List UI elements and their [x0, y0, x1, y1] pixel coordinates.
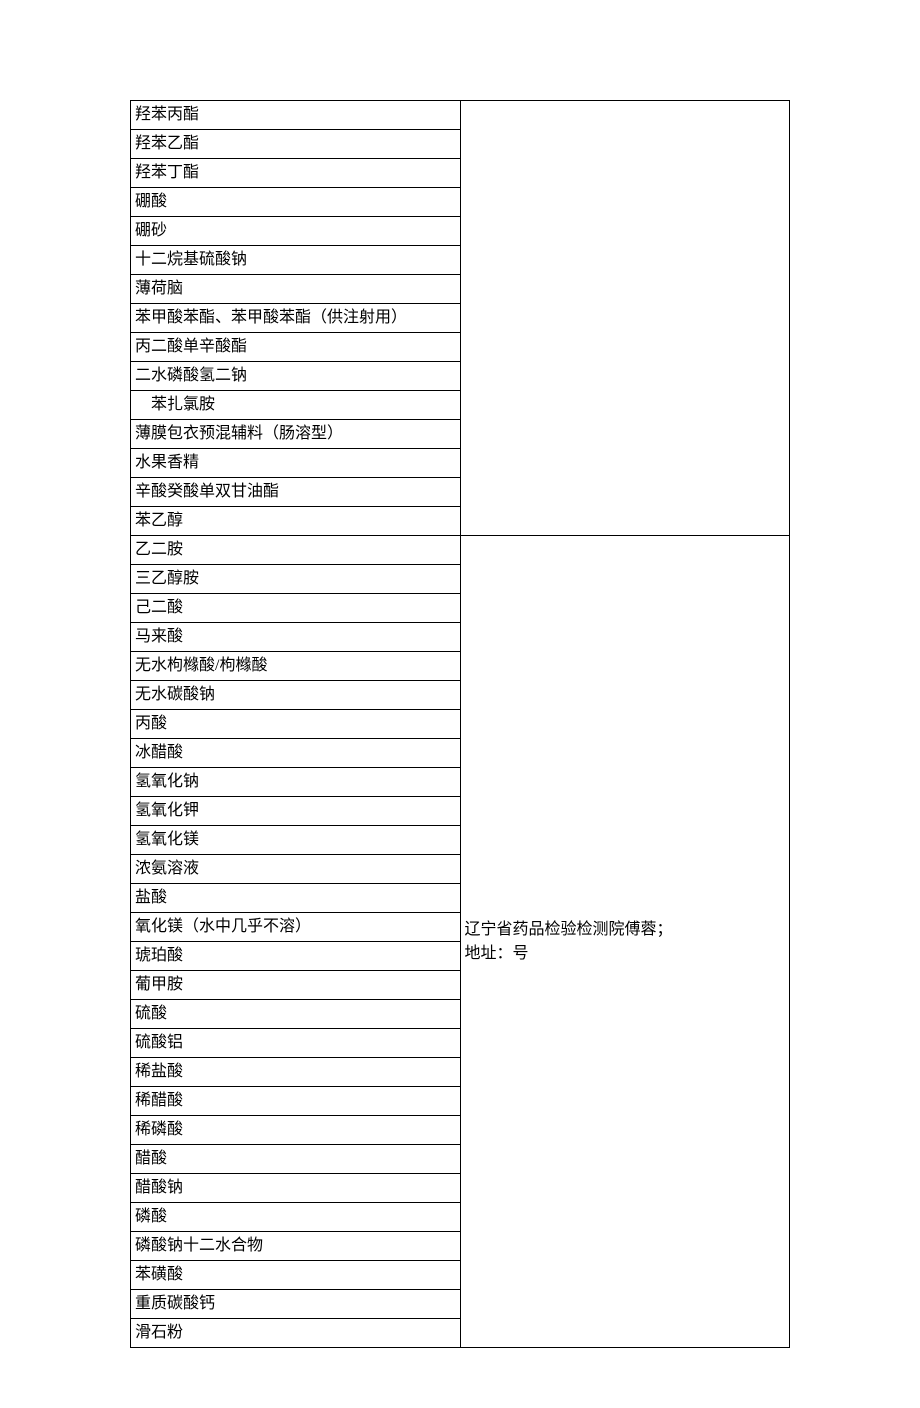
- item-cell: 羟苯乙酯: [131, 130, 461, 159]
- item-cell: 乙二胺: [131, 536, 461, 565]
- item-cell: 醋酸钠: [131, 1174, 461, 1203]
- item-cell: 苯磺酸: [131, 1261, 461, 1290]
- item-cell: 葡甲胺: [131, 971, 461, 1000]
- item-cell: 氢氧化钾: [131, 797, 461, 826]
- item-cell: 硼酸: [131, 188, 461, 217]
- item-cell: 滑石粉: [131, 1319, 461, 1348]
- item-cell: 辛酸癸酸单双甘油酯: [131, 478, 461, 507]
- item-cell: 氧化镁（水中几乎不溶）: [131, 913, 461, 942]
- item-cell: 薄膜包衣预混辅料（肠溶型）: [131, 420, 461, 449]
- item-cell: 硫酸: [131, 1000, 461, 1029]
- item-cell: 苯甲酸苯酯、苯甲酸苯酯（供注射用）: [131, 304, 461, 333]
- item-cell: 磷酸: [131, 1203, 461, 1232]
- right-cell: 辽宁省药品检验检测院傅蓉；地址：号: [460, 536, 790, 1348]
- item-cell: 薄荷脑: [131, 275, 461, 304]
- item-cell: 无水枸橼酸/枸橼酸: [131, 652, 461, 681]
- item-cell: 磷酸钠十二水合物: [131, 1232, 461, 1261]
- item-cell: 己二酸: [131, 594, 461, 623]
- item-cell: 水果香精: [131, 449, 461, 478]
- item-cell: 稀磷酸: [131, 1116, 461, 1145]
- item-cell: 冰醋酸: [131, 739, 461, 768]
- table-row: 乙二胺辽宁省药品检验检测院傅蓉；地址：号: [131, 536, 790, 565]
- item-cell: 羟苯丁酯: [131, 159, 461, 188]
- item-cell: 浓氨溶液: [131, 855, 461, 884]
- item-cell: 丙酸: [131, 710, 461, 739]
- item-cell: 稀醋酸: [131, 1087, 461, 1116]
- data-table: 羟苯丙酯羟苯乙酯羟苯丁酯硼酸硼砂十二烷基硫酸钠薄荷脑苯甲酸苯酯、苯甲酸苯酯（供注…: [130, 100, 790, 1348]
- item-cell: 硼砂: [131, 217, 461, 246]
- item-cell: 氢氧化钠: [131, 768, 461, 797]
- item-cell: 无水碳酸钠: [131, 681, 461, 710]
- item-cell: 琥珀酸: [131, 942, 461, 971]
- item-cell: 二水磷酸氢二钠: [131, 362, 461, 391]
- item-cell: 马来酸: [131, 623, 461, 652]
- right-line-2: 地址：号: [465, 942, 786, 966]
- item-cell: 稀盐酸: [131, 1058, 461, 1087]
- right-cell: [460, 101, 790, 536]
- item-cell: 醋酸: [131, 1145, 461, 1174]
- table-row: 羟苯丙酯: [131, 101, 790, 130]
- table-body: 羟苯丙酯羟苯乙酯羟苯丁酯硼酸硼砂十二烷基硫酸钠薄荷脑苯甲酸苯酯、苯甲酸苯酯（供注…: [131, 101, 790, 1348]
- item-cell: 氢氧化镁: [131, 826, 461, 855]
- item-cell: 重质碳酸钙: [131, 1290, 461, 1319]
- item-cell: 苯乙醇: [131, 507, 461, 536]
- item-cell: 苯扎氯胺: [131, 391, 461, 420]
- item-cell: 羟苯丙酯: [131, 101, 461, 130]
- item-cell: 丙二酸单辛酸酯: [131, 333, 461, 362]
- right-line-1: 辽宁省药品检验检测院傅蓉；: [465, 918, 786, 942]
- item-cell: 盐酸: [131, 884, 461, 913]
- item-cell: 十二烷基硫酸钠: [131, 246, 461, 275]
- item-cell: 三乙醇胺: [131, 565, 461, 594]
- item-cell: 硫酸铝: [131, 1029, 461, 1058]
